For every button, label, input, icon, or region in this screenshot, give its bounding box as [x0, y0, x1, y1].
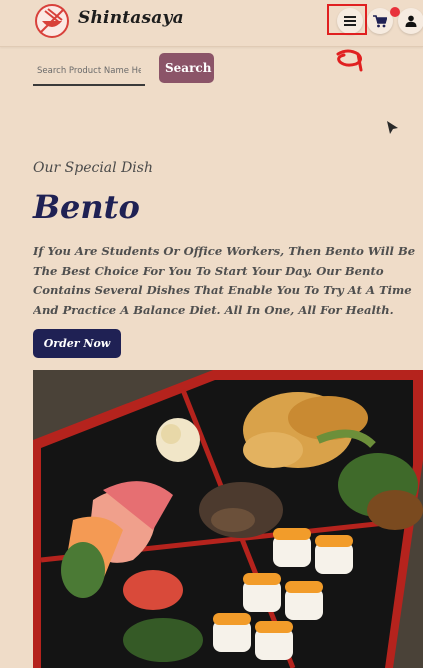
user-icon: [405, 15, 417, 27]
chopsticks-bowl-logo[interactable]: [34, 3, 70, 39]
bento-box-photo: [33, 370, 423, 668]
dish-title: Bento: [33, 188, 140, 226]
brand-name[interactable]: Shintasaya: [78, 8, 184, 28]
section-eyebrow: Our Special Dish: [33, 160, 153, 176]
search-button[interactable]: Search: [159, 53, 214, 83]
handwritten-annotation-mark: [336, 49, 363, 72]
dish-description: If You Are Students Or Office Workers, T…: [33, 244, 416, 317]
top-navbar: Shintasaya: [0, 0, 423, 47]
mouse-cursor-icon: [387, 121, 398, 134]
user-button[interactable]: [398, 8, 423, 34]
order-now-button[interactable]: Order Now: [33, 329, 121, 358]
menu-highlight-box: [327, 4, 367, 35]
search-input[interactable]: [33, 58, 145, 86]
shopping-cart-icon: [373, 14, 387, 27]
